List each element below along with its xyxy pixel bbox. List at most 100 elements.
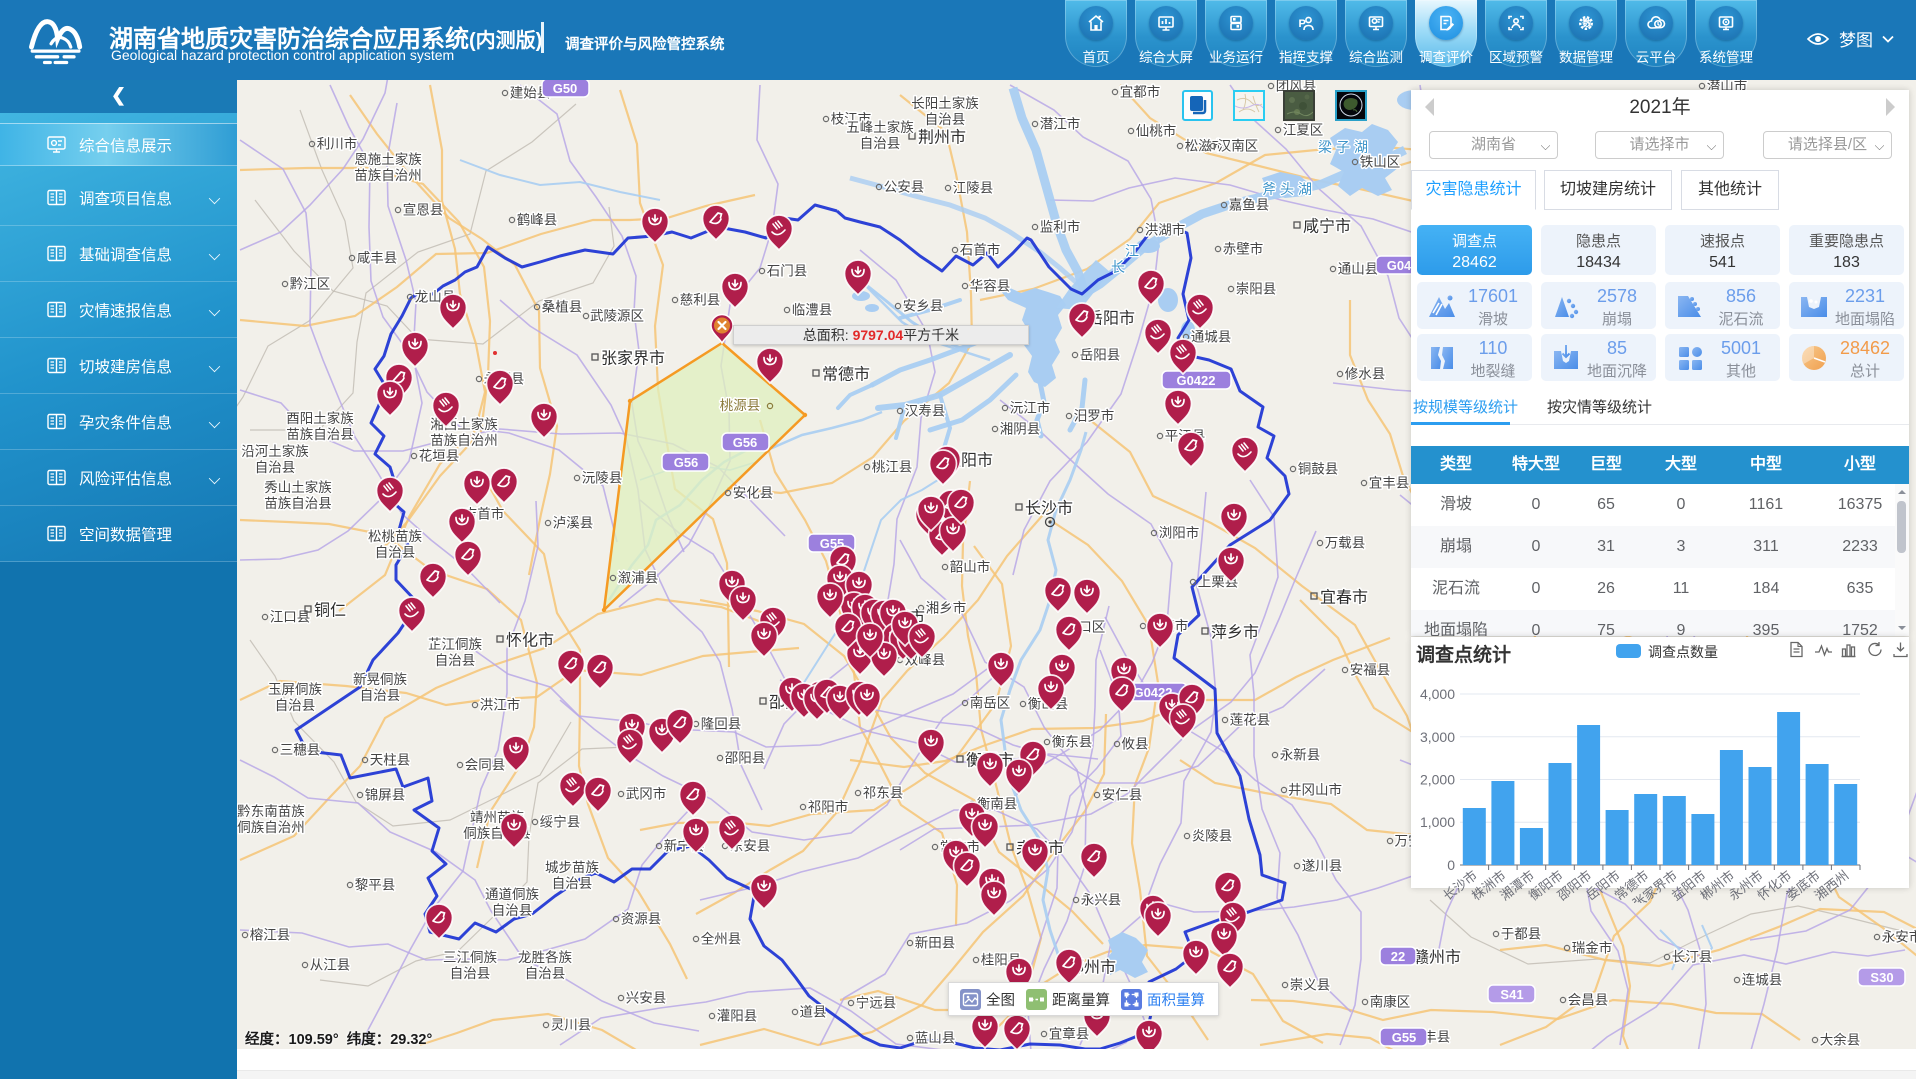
svg-text:莲花县: 莲花县: [1230, 713, 1271, 728]
svg-text:新晃侗族: 新晃侗族: [353, 672, 407, 687]
svg-text:湘乡市: 湘乡市: [926, 600, 967, 616]
svg-text:天柱县: 天柱县: [370, 753, 411, 768]
svg-text:临澧县: 临澧县: [792, 303, 833, 318]
svg-text:公安县: 公安县: [884, 180, 925, 195]
svg-text:沅陵县: 沅陵县: [582, 471, 623, 486]
svg-text:衡东县: 衡东县: [1052, 735, 1093, 750]
svg-text:3,000: 3,000: [1420, 729, 1455, 745]
svg-text:恩施土家族: 恩施土家族: [354, 151, 422, 167]
svg-text:宣恩县: 宣恩县: [403, 203, 444, 218]
svg-text:安化县: 安化县: [733, 486, 774, 501]
svg-text:铜鼓县: 铜鼓县: [1298, 462, 1339, 477]
svg-text:大余县: 大余县: [1820, 1032, 1861, 1048]
svg-text:连城县: 连城县: [1742, 973, 1783, 988]
svg-text:自治县: 自治县: [492, 903, 533, 918]
svg-text:隆回县: 隆回县: [701, 717, 742, 732]
svg-text:酉阳土家族: 酉阳土家族: [286, 410, 354, 426]
svg-text:江夏区: 江夏区: [1283, 123, 1324, 138]
svg-text:宜章县: 宜章县: [1049, 1026, 1090, 1042]
svg-text:苗族自治县: 苗族自治县: [264, 496, 332, 511]
svg-text:安仁县: 安仁县: [1102, 788, 1143, 803]
svg-text:黔江区: 黔江区: [290, 277, 331, 292]
svg-text:苗族自治州: 苗族自治州: [430, 433, 498, 448]
svg-text:修水县: 修水县: [1345, 367, 1386, 382]
svg-text:利川市: 利川市: [317, 136, 358, 152]
svg-text:自治县: 自治县: [255, 460, 296, 475]
svg-text:G50: G50: [553, 81, 578, 96]
svg-text:沿河土家族: 沿河土家族: [241, 443, 309, 459]
svg-text:自治县: 自治县: [375, 545, 416, 560]
svg-text:自治县: 自治县: [925, 112, 966, 127]
svg-text:1,000: 1,000: [1420, 814, 1455, 830]
svg-text:灌阳县: 灌阳县: [717, 1009, 758, 1024]
svg-text:仙桃市: 仙桃市: [1136, 123, 1177, 139]
svg-text:南岳区: 南岳区: [970, 696, 1011, 711]
svg-text:嘉鱼县: 嘉鱼县: [1229, 197, 1270, 213]
svg-text:数: 数: [1581, 18, 1592, 30]
svg-text:22: 22: [1391, 949, 1405, 964]
svg-text:黔东南苗族: 黔东南苗族: [237, 804, 305, 819]
svg-text:汨罗市: 汨罗市: [1074, 408, 1115, 424]
svg-text:长阳土家族: 长阳土家族: [911, 95, 979, 111]
svg-text:宁远县: 宁远县: [856, 995, 897, 1011]
svg-text:通城县: 通城县: [1191, 330, 1232, 345]
svg-text:荆州市: 荆州市: [918, 129, 966, 147]
svg-text:从江县: 从江县: [310, 958, 351, 973]
svg-text:苗族自治州: 苗族自治州: [354, 168, 422, 183]
svg-text:新田县: 新田县: [915, 936, 956, 951]
svg-text:韶山市: 韶山市: [950, 559, 991, 575]
svg-text:怀化市: 怀化市: [506, 632, 554, 650]
svg-text:G0422: G0422: [1176, 373, 1215, 388]
svg-text:通山县: 通山县: [1338, 262, 1379, 277]
svg-text:会昌县: 会昌县: [1568, 993, 1609, 1008]
svg-text:芷江侗族: 芷江侗族: [428, 637, 482, 652]
svg-text:湘阴县: 湘阴县: [1000, 422, 1041, 437]
svg-text:兴安县: 兴安县: [626, 991, 667, 1006]
svg-text:4,000: 4,000: [1420, 686, 1455, 702]
svg-text:江口县: 江口县: [270, 610, 311, 625]
svg-text:石首市: 石首市: [960, 242, 1001, 258]
svg-text:宜丰县: 宜丰县: [1369, 476, 1410, 491]
svg-text:榕江县: 榕江县: [250, 928, 291, 943]
svg-text:资源县: 资源县: [621, 912, 662, 927]
svg-text:武陵源区: 武陵源区: [590, 309, 644, 324]
svg-text:自治县: 自治县: [552, 876, 593, 891]
svg-text:S30: S30: [1870, 970, 1893, 985]
svg-text:宜都市: 宜都市: [1120, 84, 1161, 100]
svg-text:长汀县: 长汀县: [1672, 950, 1713, 965]
svg-text:玉屏侗族: 玉屏侗族: [268, 682, 322, 697]
svg-text:赤壁市: 赤壁市: [1223, 241, 1264, 257]
svg-text:于都县: 于都县: [1501, 927, 1542, 942]
svg-text:铜仁: 铜仁: [314, 602, 346, 620]
svg-text:万载县: 万载县: [1325, 536, 1366, 551]
svg-text:武冈市: 武冈市: [626, 786, 667, 802]
svg-text:五峰土家族: 五峰土家族: [846, 119, 914, 135]
svg-text:黎平县: 黎平县: [355, 878, 396, 893]
svg-text:梁子湖: 梁子湖: [1318, 139, 1372, 155]
svg-text:苗族自治县: 苗族自治县: [286, 427, 354, 442]
svg-text:长沙市: 长沙市: [1025, 500, 1073, 518]
svg-text:咸宁市: 咸宁市: [1303, 218, 1351, 236]
svg-text:自治县: 自治县: [860, 136, 901, 151]
svg-text:赣州市: 赣州市: [1413, 949, 1461, 967]
svg-text:溆浦县: 溆浦县: [618, 571, 659, 586]
svg-text:安乡县: 安乡县: [903, 299, 944, 314]
svg-text:崇义县: 崇义县: [1290, 978, 1331, 993]
svg-text:萍乡市: 萍乡市: [1211, 624, 1259, 642]
svg-text:自治县: 自治县: [525, 966, 566, 981]
svg-text:炎陵县: 炎陵县: [1192, 829, 1233, 844]
svg-text:桃江县: 桃江县: [872, 460, 913, 475]
svg-text:三江侗族: 三江侗族: [443, 950, 497, 965]
svg-text:攸县: 攸县: [1122, 737, 1149, 752]
svg-text:祁东县: 祁东县: [863, 786, 904, 801]
svg-text:自治县: 自治县: [435, 653, 476, 668]
svg-text:G04: G04: [1387, 258, 1412, 273]
svg-text:锦屏县: 锦屏县: [365, 788, 406, 803]
svg-text:G56: G56: [674, 455, 699, 470]
svg-text:永新县: 永新县: [1280, 748, 1321, 763]
svg-text:张家界市: 张家界市: [601, 350, 665, 368]
svg-text:江陵县: 江陵县: [953, 181, 994, 196]
svg-text:安福县: 安福县: [1350, 663, 1391, 678]
svg-text:道县: 道县: [800, 1005, 827, 1020]
svg-text:潜江市: 潜江市: [1040, 116, 1081, 132]
